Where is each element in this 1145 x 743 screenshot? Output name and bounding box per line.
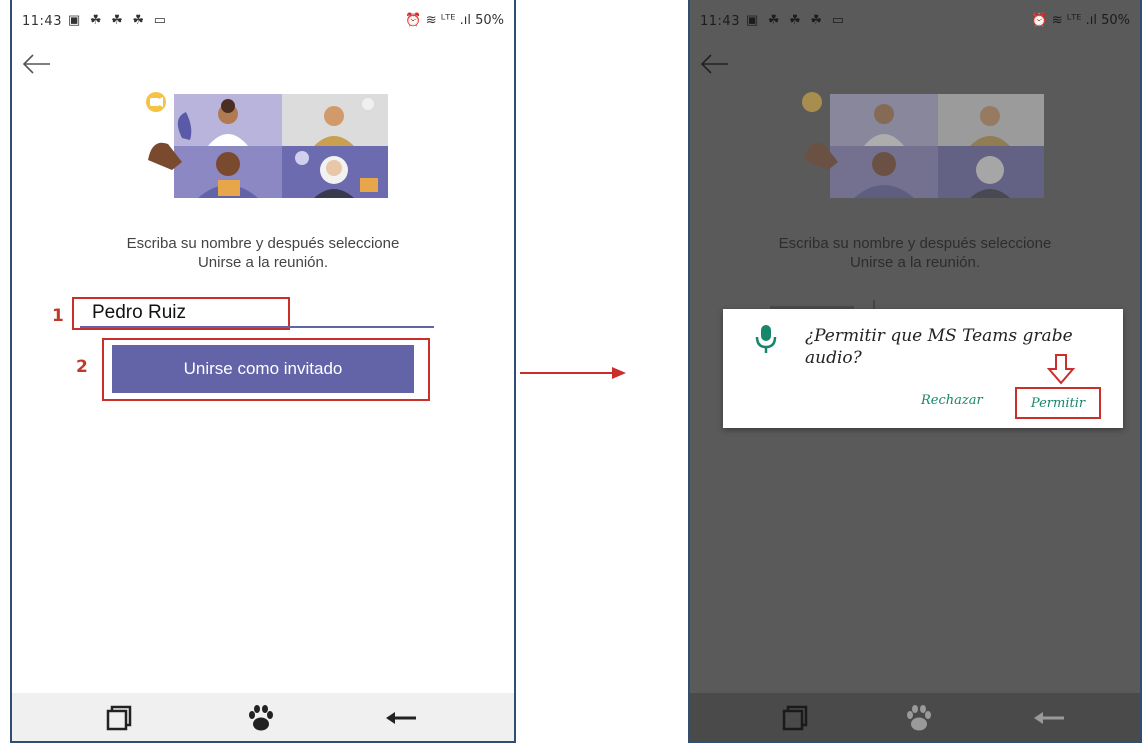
status-time: 11:43 — [22, 14, 62, 29]
notification-icons: ▣ ☘ ☘ ☘ ▭ — [746, 12, 847, 27]
nav-back-icon[interactable] — [384, 703, 418, 733]
join-instructions: Escriba su nombre y después seleccione U… — [32, 234, 494, 272]
instructions-line-1: Escriba su nombre y después seleccione — [778, 235, 1052, 252]
status-time: 11:43 — [700, 14, 740, 29]
paw-home-icon[interactable] — [902, 703, 936, 733]
right-phone-screen: 11:43 ▣ ☘ ☘ ☘ ▭ ⏰ ≋ ᴸᵀᴱ .ıl 50% Escriba … — [688, 0, 1142, 743]
recent-apps-icon[interactable] — [102, 703, 136, 733]
status-bar: 11:43 ▣ ☘ ☘ ☘ ▭ ⏰ ≋ ᴸᵀᴱ .ıl 50% — [12, 0, 514, 34]
join-instructions: Escriba su nombre y después seleccione U… — [710, 234, 1120, 272]
status-bar: 11:43 ▣ ☘ ☘ ☘ ▭ ⏰ ≋ ᴸᵀᴱ .ıl 50% — [690, 0, 1140, 34]
status-indicators: ⏰ ≋ ᴸᵀᴱ .ıl 50% — [405, 13, 504, 28]
permission-dialog: ¿Permitir que MS Teams grabe audio? Rech… — [723, 309, 1123, 428]
instructions-line-1: Escriba su nombre y después seleccione — [126, 235, 400, 252]
back-arrow-icon[interactable] — [698, 50, 732, 78]
android-nav-bar — [12, 693, 514, 741]
nav-back-icon[interactable] — [1032, 703, 1066, 733]
microphone-icon — [755, 325, 777, 353]
left-phone-screen: 11:43 ▣ ☘ ☘ ☘ ▭ ⏰ ≋ ᴸᵀᴱ .ıl 50% Escriba … — [10, 0, 516, 743]
status-indicators: ⏰ ≋ ᴸᵀᴱ .ıl 50% — [1031, 13, 1130, 28]
allow-button[interactable]: Permitir — [1015, 387, 1101, 419]
down-arrow-annotation-icon — [1047, 354, 1075, 385]
back-arrow-icon[interactable] — [20, 50, 54, 78]
android-nav-bar — [690, 693, 1140, 741]
paw-home-icon[interactable] — [244, 703, 278, 733]
annotation-step-1: 1 — [52, 306, 64, 326]
meeting-illustration — [146, 92, 388, 198]
instructions-line-2: Unirse a la reunión. — [197, 254, 329, 271]
recent-apps-icon[interactable] — [778, 703, 812, 733]
name-input[interactable] — [80, 300, 434, 328]
annotation-step-2: 2 — [76, 357, 88, 377]
meeting-illustration — [802, 92, 1044, 198]
notification-icons: ▣ ☘ ☘ ☘ ▭ — [68, 12, 169, 27]
flow-arrow-icon — [520, 367, 626, 379]
deny-button[interactable]: Rechazar — [921, 393, 983, 408]
instructions-line-2: Unirse a la reunión. — [849, 254, 981, 271]
join-as-guest-button[interactable]: Unirse como invitado — [112, 345, 414, 393]
